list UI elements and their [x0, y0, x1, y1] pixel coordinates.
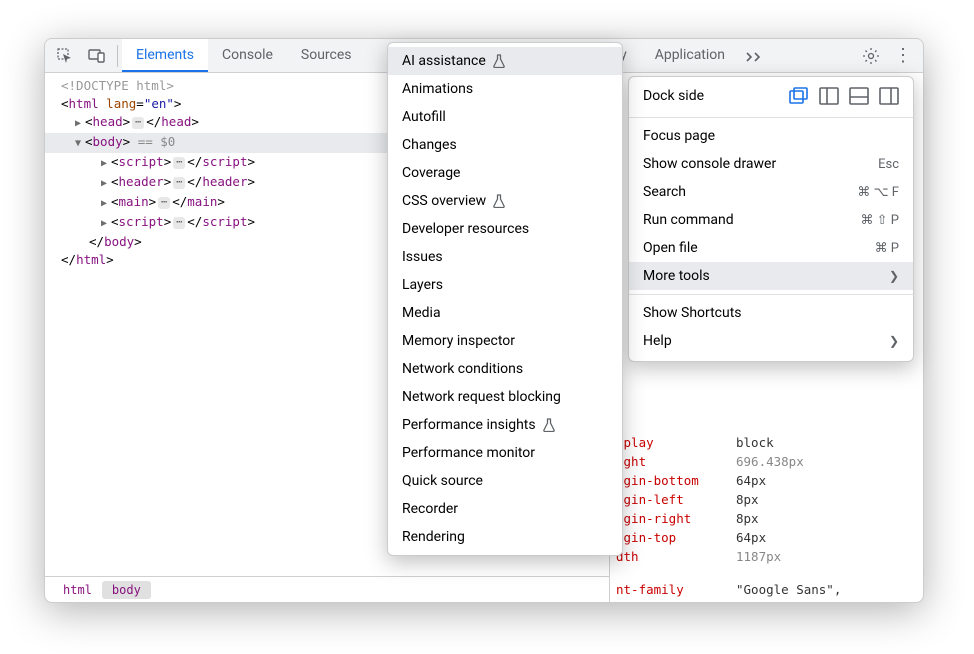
menu-item-more-tools[interactable]: More tools❯	[629, 262, 913, 290]
submenu-item-media[interactable]: Media	[388, 299, 622, 327]
menu-item-show-console-drawer[interactable]: Show console drawerEsc	[629, 150, 913, 178]
dock-side-row: Dock side	[629, 83, 913, 113]
chevron-right-icon: ❯	[889, 269, 899, 283]
submenu-item-changes[interactable]: Changes	[388, 131, 622, 159]
style-property[interactable]: rgin-bottom64px	[610, 471, 923, 490]
doctype: <!DOCTYPE html>	[61, 78, 174, 93]
menu-item-show-shortcuts[interactable]: Show Shortcuts	[629, 299, 913, 327]
flask-icon	[492, 54, 506, 68]
style-property[interactable]: dth1187px	[610, 547, 923, 566]
dock-bottom-icon[interactable]	[849, 87, 869, 105]
submenu-item-memory-inspector[interactable]: Memory inspector	[388, 327, 622, 355]
submenu-item-quick-source[interactable]: Quick source	[388, 467, 622, 495]
submenu-item-animations[interactable]: Animations	[388, 75, 622, 103]
flask-icon	[492, 194, 506, 208]
submenu-item-autofill[interactable]: Autofill	[388, 103, 622, 131]
submenu-item-css-overview[interactable]: CSS overview	[388, 187, 622, 215]
dock-left-icon[interactable]	[819, 87, 839, 105]
inspect-icon[interactable]	[51, 42, 79, 70]
submenu-item-developer-resources[interactable]: Developer resources	[388, 215, 622, 243]
submenu-item-recorder[interactable]: Recorder	[388, 495, 622, 523]
dock-undock-icon[interactable]	[789, 87, 809, 105]
style-property[interactable]: rgin-top64px	[610, 528, 923, 547]
dock-right-icon[interactable]	[879, 87, 899, 105]
chevron-right-icon: ❯	[889, 334, 899, 348]
tab-console[interactable]: Console	[208, 39, 287, 72]
submenu-item-rendering[interactable]: Rendering	[388, 523, 622, 551]
tab-sources[interactable]: Sources	[287, 39, 366, 72]
submenu-item-layers[interactable]: Layers	[388, 271, 622, 299]
style-property[interactable]: rgin-right8px	[610, 509, 923, 528]
tab-application[interactable]: Application	[641, 39, 739, 72]
style-property[interactable]: splayblock	[610, 433, 923, 452]
settings-gear-icon[interactable]	[857, 42, 885, 70]
crumb-body[interactable]: body	[102, 581, 151, 599]
submenu-item-network-request-blocking[interactable]: Network request blocking	[388, 383, 622, 411]
submenu-item-performance-insights[interactable]: Performance insights	[388, 411, 622, 439]
menu-item-help[interactable]: Help❯	[629, 327, 913, 355]
menu-item-open-file[interactable]: Open file⌘ P	[629, 234, 913, 262]
more-tools-submenu: AI assistanceAnimationsAutofillChangesCo…	[387, 42, 623, 556]
style-property[interactable]: ight696.438px	[610, 452, 923, 471]
dock-side-label: Dock side	[643, 88, 704, 104]
style-property[interactable]: nt-size16px	[610, 599, 923, 602]
submenu-item-ai-assistance[interactable]: AI assistance	[388, 47, 622, 75]
submenu-item-performance-monitor[interactable]: Performance monitor	[388, 439, 622, 467]
menu-item-search[interactable]: Search⌘ ⌥ F	[629, 178, 913, 206]
tabs-overflow-icon[interactable]	[743, 45, 765, 67]
breadcrumbs: html body	[45, 576, 609, 602]
overflow-menu: Dock side Focus pageShow console drawerE…	[628, 76, 914, 362]
style-property[interactable]: rgin-left8px	[610, 490, 923, 509]
crumb-html[interactable]: html	[53, 581, 102, 599]
menu-item-focus-page[interactable]: Focus page	[629, 122, 913, 150]
submenu-item-coverage[interactable]: Coverage	[388, 159, 622, 187]
style-property[interactable]: nt-family"Google Sans",	[610, 580, 923, 599]
menu-item-run-command[interactable]: Run command⌘ ⇧ P	[629, 206, 913, 234]
more-menu-icon[interactable]: ⋮	[889, 42, 917, 70]
submenu-item-network-conditions[interactable]: Network conditions	[388, 355, 622, 383]
device-toggle-icon[interactable]	[83, 42, 111, 70]
tab-elements[interactable]: Elements	[122, 39, 208, 72]
submenu-item-issues[interactable]: Issues	[388, 243, 622, 271]
flask-icon	[542, 418, 556, 432]
